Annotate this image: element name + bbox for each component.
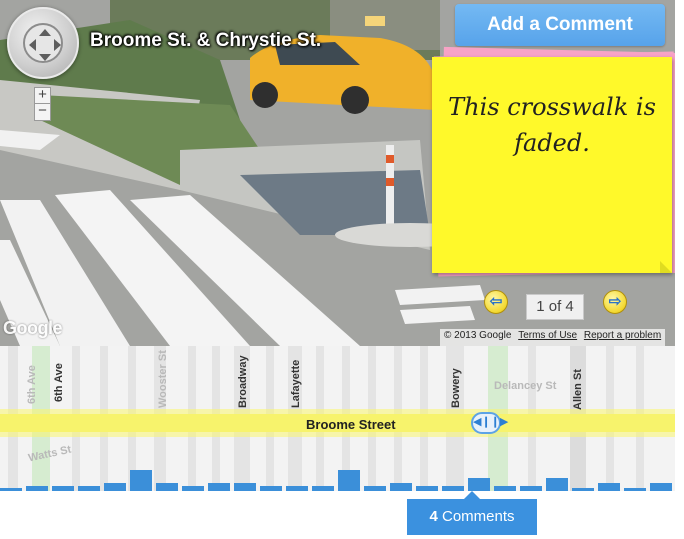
pan-left-icon[interactable] bbox=[29, 39, 36, 51]
arrow-right-icon: ⇨ bbox=[608, 293, 622, 310]
street-label-6th-ave: 6th Ave bbox=[53, 363, 65, 402]
histogram-bar[interactable] bbox=[156, 483, 178, 491]
add-comment-button[interactable]: Add a Comment bbox=[455, 4, 665, 46]
histogram-bar[interactable] bbox=[338, 470, 360, 491]
street-label-wooster-st: Wooster St bbox=[157, 350, 169, 408]
comments-caret-icon bbox=[464, 491, 480, 499]
street-label-broadway: Broadway bbox=[237, 355, 249, 408]
histogram-bar[interactable] bbox=[312, 486, 334, 491]
histogram-bar[interactable] bbox=[78, 486, 100, 491]
street-comment-app: + − Broome St. & Chrystie St. Add a Comm… bbox=[0, 0, 684, 539]
histogram-bar[interactable] bbox=[52, 486, 74, 491]
terms-of-use-link[interactable]: Terms of Use bbox=[518, 330, 577, 341]
copyright-text: © 2013 Google bbox=[444, 330, 512, 341]
histogram-bar[interactable] bbox=[364, 486, 386, 491]
pan-down-icon[interactable] bbox=[39, 54, 51, 61]
sticky-note[interactable]: This crosswalk is faded. bbox=[432, 57, 672, 273]
page-curl-icon bbox=[660, 261, 672, 273]
comments-button[interactable]: 4 Comments bbox=[407, 499, 537, 535]
street-view-panorama[interactable]: + − Broome St. & Chrystie St. Add a Comm… bbox=[0, 0, 675, 346]
report-problem-link[interactable]: Report a problem bbox=[584, 330, 661, 341]
sticky-note-text: This crosswalk is faded. bbox=[448, 93, 656, 157]
histogram-bar[interactable] bbox=[208, 483, 230, 491]
histogram-bar[interactable] bbox=[26, 486, 48, 491]
comments-label: Comments bbox=[441, 508, 515, 525]
main-street-label: Broome Street bbox=[306, 417, 396, 432]
street-map-strip[interactable]: 6th Ave 6th Ave Wooster St Broadway Lafa… bbox=[0, 346, 675, 491]
histogram-bar[interactable] bbox=[468, 478, 490, 491]
pan-up-icon[interactable] bbox=[39, 29, 51, 36]
google-logo: Google bbox=[3, 318, 63, 338]
next-note-button[interactable]: ⇨ bbox=[603, 290, 627, 314]
histogram-bar[interactable] bbox=[286, 486, 308, 491]
histogram-bar[interactable] bbox=[494, 486, 516, 491]
histogram-bar[interactable] bbox=[572, 488, 594, 491]
histogram-bar[interactable] bbox=[0, 488, 22, 491]
attribution-bar: © 2013 Google Terms of Use Report a prob… bbox=[440, 329, 666, 346]
histogram-bar[interactable] bbox=[234, 483, 256, 491]
street-label-delancey-st: Delancey St bbox=[494, 380, 557, 392]
histogram-bar[interactable] bbox=[390, 483, 412, 491]
pan-right-icon[interactable] bbox=[54, 39, 61, 51]
histogram-bar[interactable] bbox=[520, 486, 542, 491]
previous-note-button[interactable]: ⇦ bbox=[484, 290, 508, 314]
histogram-bar[interactable] bbox=[104, 483, 126, 491]
histogram-bar[interactable] bbox=[442, 486, 464, 491]
street-label-lafayette: Lafayette bbox=[290, 359, 302, 408]
histogram-bar[interactable] bbox=[650, 483, 672, 491]
note-pager-count: 1 of 4 bbox=[526, 294, 584, 320]
histogram-bar[interactable] bbox=[182, 486, 204, 491]
location-title: Broome St. & Chrystie St. bbox=[90, 30, 322, 51]
histogram-bar[interactable] bbox=[416, 486, 438, 491]
histogram-bar[interactable] bbox=[598, 483, 620, 491]
pan-control[interactable] bbox=[7, 7, 79, 79]
histogram-bar[interactable] bbox=[546, 478, 568, 491]
zoom-control: + − bbox=[34, 87, 51, 121]
histogram-bar[interactable] bbox=[624, 488, 646, 491]
street-label-allen-st: Allen St bbox=[572, 369, 584, 410]
histogram-bar[interactable] bbox=[130, 470, 152, 491]
street-label-bowery: Bowery bbox=[450, 368, 462, 408]
arrow-left-icon: ⇦ bbox=[489, 293, 503, 310]
comments-count: 4 bbox=[429, 508, 438, 525]
histogram-bar[interactable] bbox=[260, 486, 282, 491]
zoom-out-button[interactable]: − bbox=[34, 103, 51, 121]
position-scrubber[interactable]: ◀❙❙▶ bbox=[471, 412, 508, 434]
street-label-6th-ave-faded: 6th Ave bbox=[26, 365, 38, 404]
drag-handle-icon: ◀❙❙▶ bbox=[473, 416, 509, 428]
